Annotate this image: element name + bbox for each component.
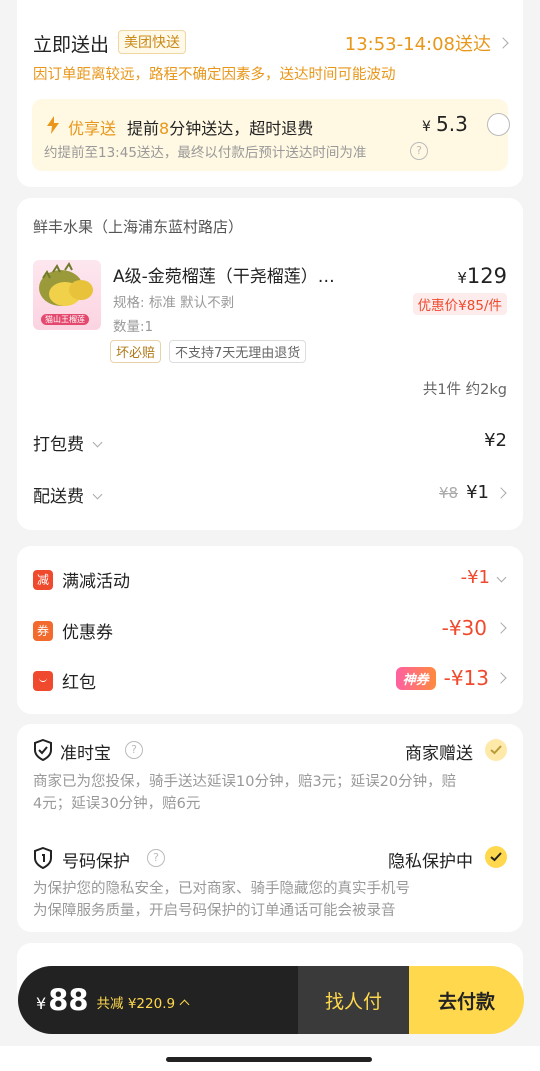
full-reduction-amount-row[interactable]: -¥1 bbox=[460, 567, 507, 588]
service-tag: 美团快送 bbox=[118, 30, 186, 54]
product-spec: 规格: 标准 默认不剥 bbox=[113, 295, 235, 311]
badge-no-7day-return: 不支持7天无理由退货 bbox=[169, 340, 307, 363]
image-caption: 猫山王榴莲 bbox=[41, 314, 89, 325]
coupon-amount-row[interactable]: -¥30 bbox=[441, 616, 507, 640]
full-reduction-label: 满减活动 bbox=[62, 572, 130, 592]
privacy-status: 隐私保护中 bbox=[388, 852, 473, 872]
store-card: 鲜丰水果（上海浦东蓝村路店） 猫山王榴莲 A级-金菀榴莲（干尧榴莲）… 规格: … bbox=[17, 198, 523, 530]
red-packet-amount: -¥13 bbox=[443, 666, 489, 690]
friend-pay-label: 找人付 bbox=[324, 990, 382, 1013]
help-icon[interactable]: ? bbox=[410, 142, 428, 160]
checkout-bar: ¥ 88 共减 ¥220.9 找人付 去付款 bbox=[18, 966, 524, 1034]
chevron-up-icon bbox=[179, 999, 190, 1009]
priority-note: 约提前至13:45送达，最终以付款后预计送达时间为准 bbox=[44, 145, 367, 161]
pay-button[interactable]: 去付款 bbox=[409, 966, 524, 1034]
red-packet-label: 红包 bbox=[62, 673, 96, 693]
delivery-title: 立即送出 bbox=[33, 34, 110, 56]
order-summary: 共1件 约2kg bbox=[422, 382, 507, 398]
chevron-down-icon bbox=[496, 572, 507, 583]
ontime-desc-2: 4元；延误30分钟，赔6元 bbox=[33, 796, 201, 812]
packing-fee-row[interactable]: 打包费 bbox=[33, 430, 103, 455]
priority-price: ¥ 5.3 bbox=[422, 112, 468, 136]
chevron-right-icon bbox=[497, 37, 509, 49]
total-saved: 共减 ¥220.9 bbox=[96, 996, 176, 1012]
red-packet-icon bbox=[33, 670, 53, 691]
shipping-fee-row[interactable]: 配送费 bbox=[33, 482, 103, 507]
distance-warning: 因订单距离较远，路程不确定因素多，送达时间可能波动 bbox=[33, 67, 396, 83]
badge-damage-refund: 坏必赔 bbox=[110, 340, 162, 363]
help-icon[interactable]: ? bbox=[147, 849, 165, 867]
product-qty: 数量:1 bbox=[113, 319, 154, 335]
shipping-fee-label: 配送费 bbox=[33, 487, 84, 507]
red-packet-row[interactable]: 红包 bbox=[33, 668, 96, 693]
discount-price: 优惠价¥85/件 bbox=[412, 293, 507, 315]
priority-name: 优享送 bbox=[68, 119, 117, 138]
ontime-check[interactable] bbox=[485, 739, 507, 761]
priority-delivery-box[interactable]: 优享送 提前8分钟送达，超时退费 ¥ 5.3 约提前至13:45送达，最终以付款… bbox=[32, 99, 510, 171]
chevron-right-icon bbox=[495, 672, 507, 684]
product-price: ¥129 bbox=[457, 264, 507, 288]
priority-desc: 提前8分钟送达，超时退费 bbox=[127, 119, 314, 138]
shenquan-badge: 神券 bbox=[395, 666, 436, 690]
phone-protect-icon bbox=[34, 847, 52, 869]
friend-pay-button[interactable]: 找人付 bbox=[298, 966, 409, 1034]
product-image: 猫山王榴莲 bbox=[33, 260, 101, 330]
priority-radio[interactable] bbox=[487, 113, 510, 136]
discounts-card: 减 满减活动 -¥1 券 优惠券 -¥30 红包 神券 -¥13 bbox=[17, 546, 523, 714]
check-icon bbox=[490, 745, 502, 755]
packing-fee-label: 打包费 bbox=[33, 435, 84, 455]
privacy-desc-1: 为保护您的隐私安全，已对商家、骑手隐藏您的真实手机号 bbox=[33, 881, 410, 897]
ontime-status: 商家赠送 bbox=[405, 744, 473, 764]
coupon-row[interactable]: 券 优惠券 bbox=[33, 618, 113, 643]
shield-check-icon bbox=[34, 739, 52, 761]
coupon-label: 优惠券 bbox=[62, 623, 113, 643]
ontime-desc-1: 商家已为您投保，骑手送达延误10分钟，赔3元；延误20分钟，赔 bbox=[33, 774, 457, 790]
lightning-icon bbox=[47, 116, 59, 134]
full-reduction-amount: -¥1 bbox=[460, 567, 490, 588]
privacy-title: 号码保护 bbox=[62, 852, 130, 872]
pay-label: 去付款 bbox=[437, 990, 495, 1013]
shipping-fee-amounts[interactable]: ¥8 ¥1 bbox=[439, 482, 507, 503]
coupon-icon: 券 bbox=[33, 620, 53, 641]
chevron-right-icon bbox=[495, 622, 507, 634]
packing-fee-amount: ¥2 bbox=[484, 430, 507, 451]
reduction-icon: 减 bbox=[33, 569, 53, 590]
privacy-desc-2: 为保障服务质量，开启号码保护的订单通话可能会被录音 bbox=[33, 903, 396, 919]
coupon-amount: -¥30 bbox=[441, 616, 487, 640]
shipping-amount: ¥1 bbox=[466, 482, 489, 503]
services-card: 准时宝 ? 商家赠送 商家已为您投保，骑手送达延误10分钟，赔3元；延误20分钟… bbox=[17, 724, 523, 932]
red-packet-amount-row[interactable]: 神券 -¥13 bbox=[395, 666, 507, 690]
delivery-card: 立即送出 美团快送 13:53-14:08送达 因订单距离较远，路程不确定因素多… bbox=[17, 0, 523, 187]
help-icon[interactable]: ? bbox=[125, 741, 143, 759]
total-currency: ¥ bbox=[36, 993, 47, 1013]
check-icon bbox=[490, 852, 502, 862]
chevron-down-icon bbox=[92, 489, 103, 500]
chevron-down-icon bbox=[92, 437, 103, 448]
total-amount: 88 bbox=[48, 983, 89, 1017]
product-title[interactable]: A级-金菀榴莲（干尧榴莲）… bbox=[113, 262, 335, 287]
full-reduction-row[interactable]: 减 满减活动 bbox=[33, 567, 130, 592]
time-window: 13:53-14:08送达 bbox=[344, 34, 491, 55]
total-section[interactable]: ¥ 88 共减 ¥220.9 bbox=[18, 966, 298, 1034]
shipping-original: ¥8 bbox=[439, 483, 459, 502]
privacy-check[interactable] bbox=[485, 846, 507, 868]
time-window-selector[interactable]: 13:53-14:08送达 bbox=[344, 30, 509, 56]
chevron-right-icon bbox=[495, 486, 507, 499]
priority-minutes: 8 bbox=[159, 119, 170, 138]
home-indicator bbox=[0, 1046, 540, 1071]
store-name: 鲜丰水果（上海浦东蓝村路店） bbox=[33, 218, 244, 236]
ontime-title: 准时宝 bbox=[60, 744, 111, 764]
